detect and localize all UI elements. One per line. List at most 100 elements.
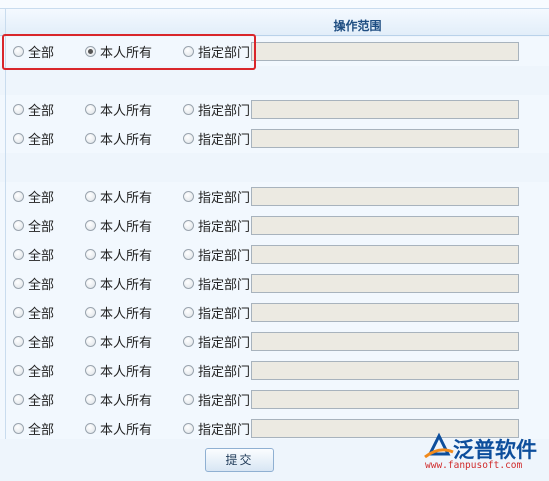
radio-dept-button[interactable] xyxy=(183,220,194,231)
radio-dept-option[interactable]: 指定部门 xyxy=(183,240,250,269)
submit-button[interactable]: 提交 xyxy=(205,448,274,472)
radio-all-option[interactable]: 全部 xyxy=(13,356,54,385)
department-field[interactable] xyxy=(251,216,519,235)
radio-own-button[interactable] xyxy=(85,278,96,289)
radio-own-button[interactable] xyxy=(85,423,96,434)
empty-row xyxy=(0,66,549,96)
radio-dept-button[interactable] xyxy=(183,133,194,144)
radio-all-button[interactable] xyxy=(13,133,24,144)
radio-own-button[interactable] xyxy=(85,394,96,405)
radio-own-button[interactable] xyxy=(85,104,96,115)
radio-all-button[interactable] xyxy=(13,394,24,405)
radio-dept-option[interactable]: 指定部门 xyxy=(183,124,250,153)
radio-own-label: 本人所有 xyxy=(100,307,153,322)
radio-dept-label: 指定部门 xyxy=(198,191,251,206)
top-strip xyxy=(0,0,549,9)
radio-own-option[interactable]: 本人所有 xyxy=(85,240,152,269)
radio-all-button[interactable] xyxy=(13,365,24,376)
department-field[interactable] xyxy=(251,42,519,61)
radio-all-label: 全部 xyxy=(28,336,55,351)
empty-row xyxy=(0,153,549,183)
radio-all-button[interactable] xyxy=(13,307,24,318)
table-left-border xyxy=(5,9,6,481)
radio-own-button[interactable] xyxy=(85,307,96,318)
radio-own-button[interactable] xyxy=(85,133,96,144)
radio-dept-label: 指定部门 xyxy=(198,307,251,322)
scope-row: 全部 本人所有 指定部门 xyxy=(0,95,549,125)
department-field[interactable] xyxy=(251,187,519,206)
logo-url-text: www.fanpusoft.com xyxy=(425,460,523,471)
radio-all-button[interactable] xyxy=(13,104,24,115)
radio-all-label: 全部 xyxy=(28,220,55,235)
radio-all-option[interactable]: 全部 xyxy=(13,385,54,414)
radio-dept-button[interactable] xyxy=(183,307,194,318)
radio-all-option[interactable]: 全部 xyxy=(13,298,54,327)
radio-all-option[interactable]: 全部 xyxy=(13,269,54,298)
department-field[interactable] xyxy=(251,332,519,351)
radio-all-label: 全部 xyxy=(28,394,55,409)
radio-all-option[interactable]: 全部 xyxy=(13,124,54,153)
radio-own-button[interactable] xyxy=(85,365,96,376)
highlight-box xyxy=(2,34,256,70)
scope-row: 全部 本人所有 指定部门 xyxy=(0,240,549,270)
radio-all-option[interactable]: 全部 xyxy=(13,211,54,240)
radio-all-button[interactable] xyxy=(13,220,24,231)
radio-own-option[interactable]: 本人所有 xyxy=(85,298,152,327)
radio-own-label: 本人所有 xyxy=(100,336,153,351)
radio-dept-option[interactable]: 指定部门 xyxy=(183,385,250,414)
radio-own-label: 本人所有 xyxy=(100,191,153,206)
radio-dept-option[interactable]: 指定部门 xyxy=(183,298,250,327)
radio-all-button[interactable] xyxy=(13,191,24,202)
radio-dept-button[interactable] xyxy=(183,423,194,434)
radio-dept-button[interactable] xyxy=(183,104,194,115)
radio-own-option[interactable]: 本人所有 xyxy=(85,182,152,211)
radio-all-option[interactable]: 全部 xyxy=(13,95,54,124)
radio-dept-label: 指定部门 xyxy=(198,365,251,380)
radio-all-button[interactable] xyxy=(13,278,24,289)
radio-all-label: 全部 xyxy=(28,191,55,206)
radio-dept-button[interactable] xyxy=(183,191,194,202)
radio-own-button[interactable] xyxy=(85,336,96,347)
radio-own-option[interactable]: 本人所有 xyxy=(85,327,152,356)
radio-dept-button[interactable] xyxy=(183,336,194,347)
radio-dept-button[interactable] xyxy=(183,278,194,289)
department-field[interactable] xyxy=(251,361,519,380)
radio-own-option[interactable]: 本人所有 xyxy=(85,356,152,385)
scope-row: 全部 本人所有 指定部门 xyxy=(0,327,549,357)
department-field[interactable] xyxy=(251,100,519,119)
radio-all-option[interactable]: 全部 xyxy=(13,182,54,211)
department-field[interactable] xyxy=(251,245,519,264)
radio-dept-option[interactable]: 指定部门 xyxy=(183,182,250,211)
radio-dept-option[interactable]: 指定部门 xyxy=(183,269,250,298)
department-field[interactable] xyxy=(251,129,519,148)
radio-own-option[interactable]: 本人所有 xyxy=(85,211,152,240)
scope-row: 全部 本人所有 指定部门 xyxy=(0,182,549,212)
radio-dept-label: 指定部门 xyxy=(198,220,251,235)
radio-all-button[interactable] xyxy=(13,423,24,434)
radio-dept-button[interactable] xyxy=(183,249,194,260)
radio-own-option[interactable]: 本人所有 xyxy=(85,95,152,124)
department-field[interactable] xyxy=(251,274,519,293)
radio-all-button[interactable] xyxy=(13,249,24,260)
radio-dept-option[interactable]: 指定部门 xyxy=(183,95,250,124)
column-header-operation-scope: 操作范围 xyxy=(333,19,382,33)
radio-dept-option[interactable]: 指定部门 xyxy=(183,356,250,385)
radio-dept-option[interactable]: 指定部门 xyxy=(183,211,250,240)
radio-all-option[interactable]: 全部 xyxy=(13,240,54,269)
radio-own-button[interactable] xyxy=(85,220,96,231)
radio-own-button[interactable] xyxy=(85,191,96,202)
radio-own-option[interactable]: 本人所有 xyxy=(85,269,152,298)
scope-row: 全部 本人所有 指定部门 xyxy=(0,356,549,386)
radio-own-button[interactable] xyxy=(85,249,96,260)
radio-all-option[interactable]: 全部 xyxy=(13,327,54,356)
radio-own-label: 本人所有 xyxy=(100,423,153,438)
radio-dept-button[interactable] xyxy=(183,365,194,376)
department-field[interactable] xyxy=(251,390,519,409)
radio-dept-button[interactable] xyxy=(183,394,194,405)
department-field[interactable] xyxy=(251,303,519,322)
radio-own-option[interactable]: 本人所有 xyxy=(85,385,152,414)
radio-all-button[interactable] xyxy=(13,336,24,347)
radio-dept-option[interactable]: 指定部门 xyxy=(183,327,250,356)
radio-dept-label: 指定部门 xyxy=(198,336,251,351)
radio-own-option[interactable]: 本人所有 xyxy=(85,124,152,153)
